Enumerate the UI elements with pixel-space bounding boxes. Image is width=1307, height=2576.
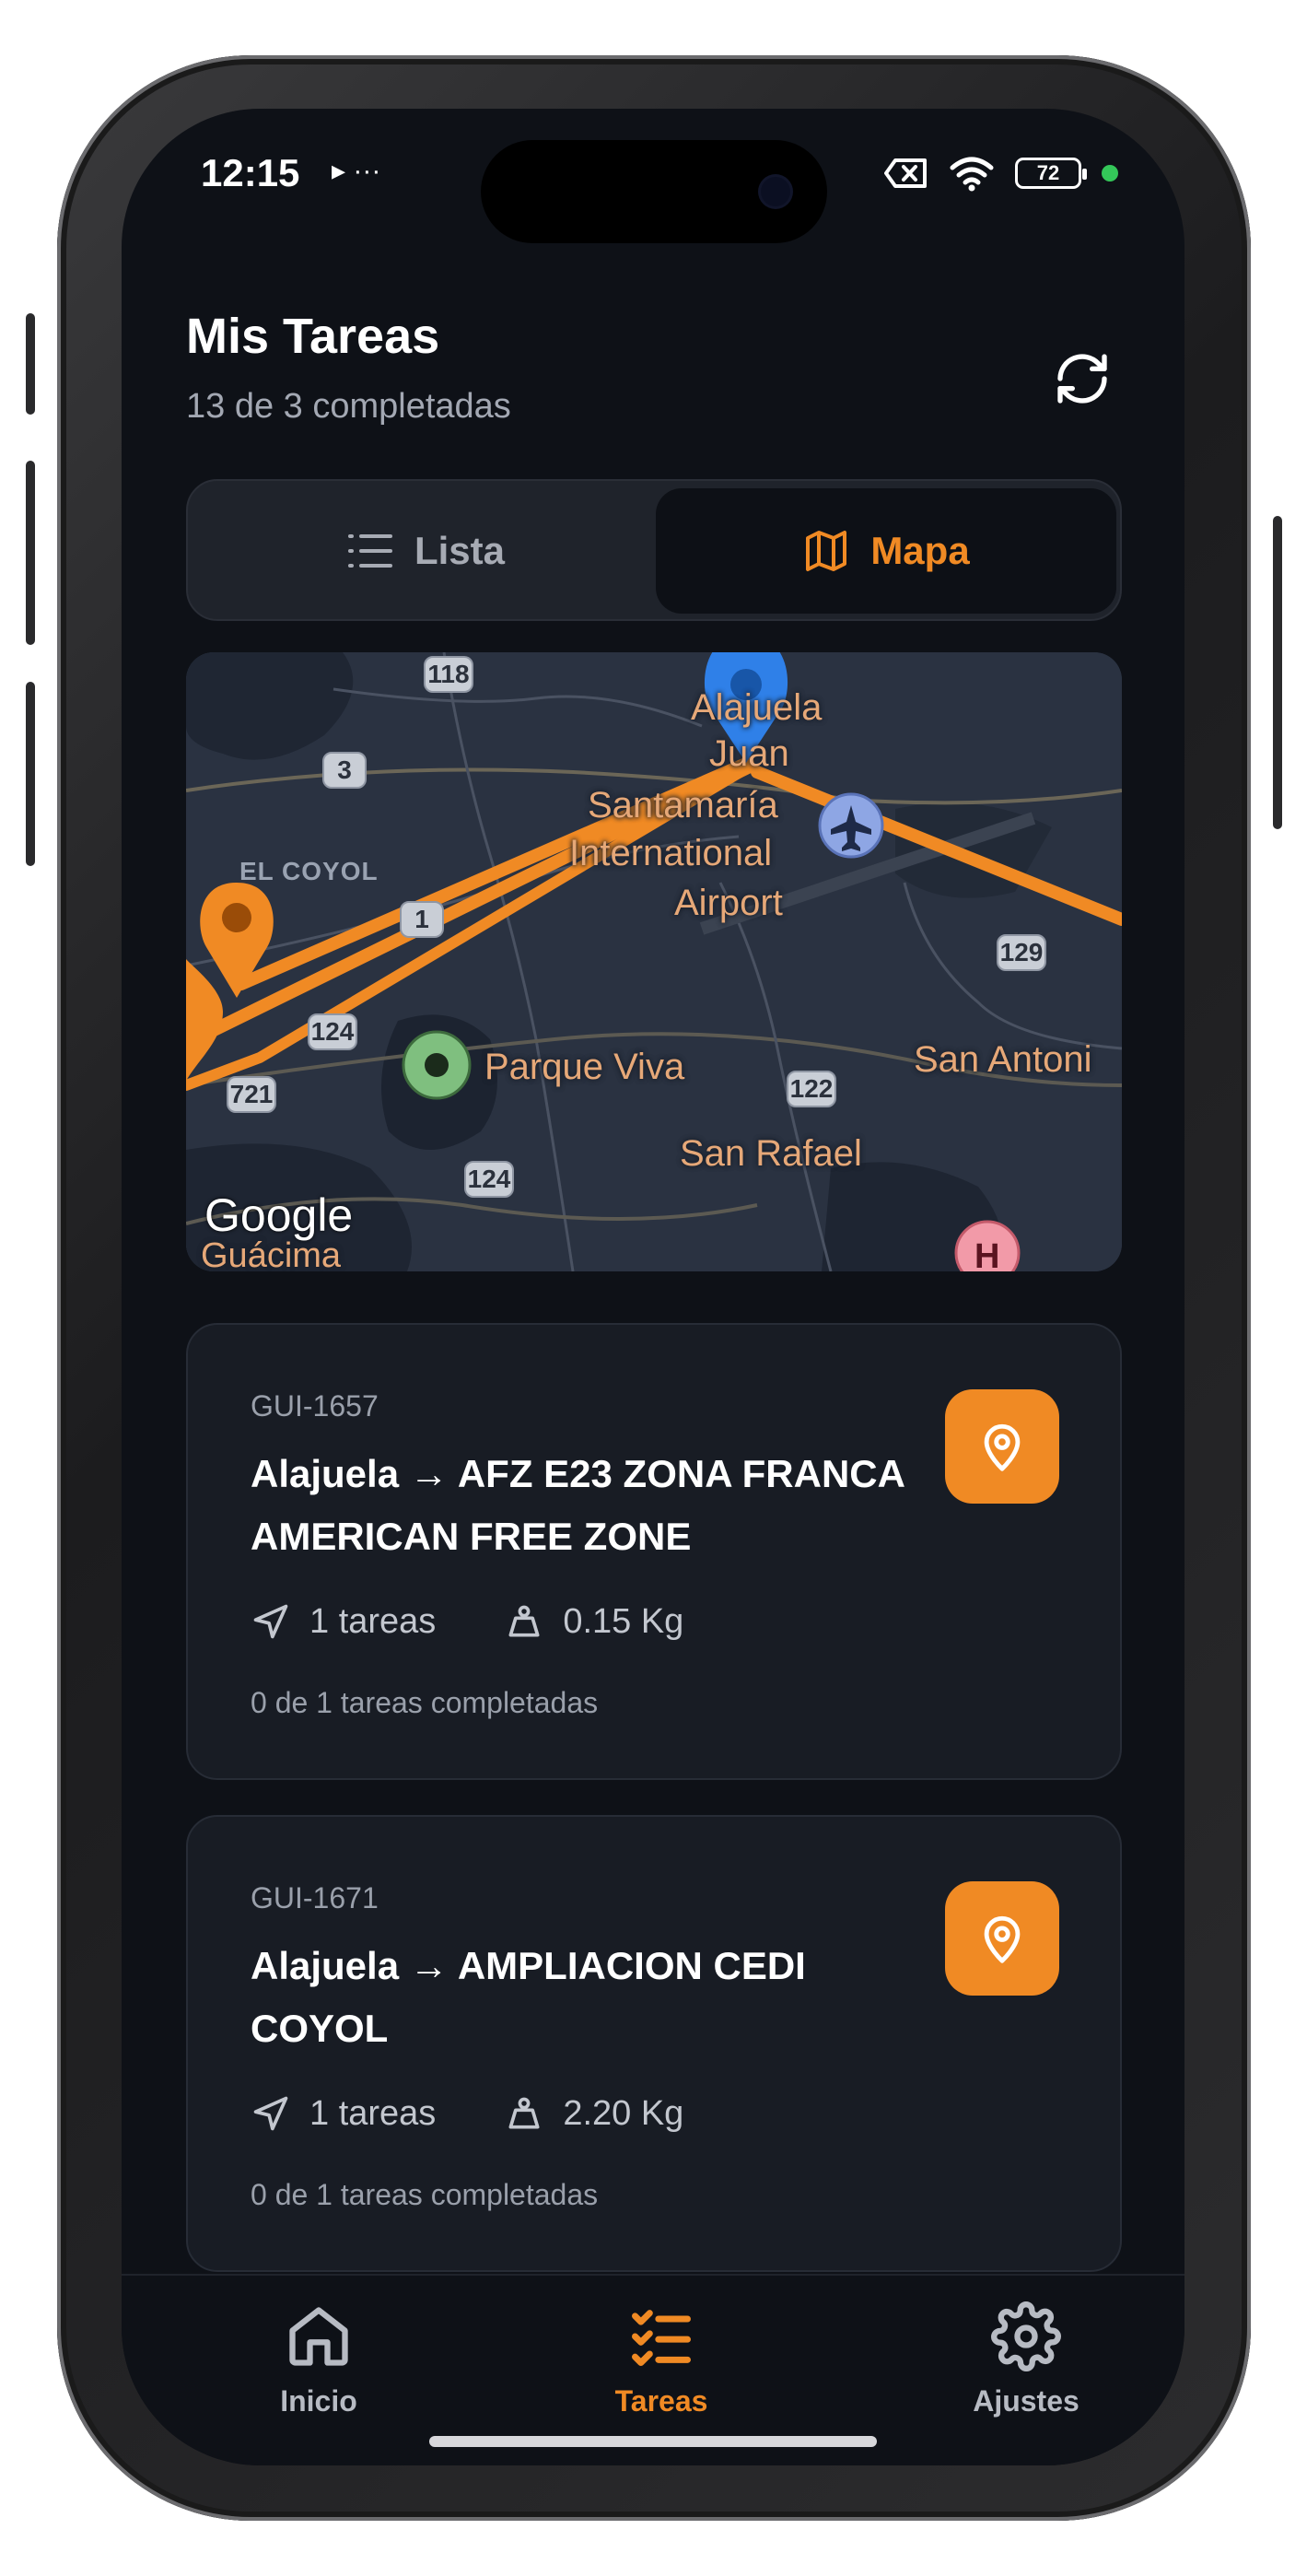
refresh-icon <box>1057 354 1107 404</box>
power-button <box>1273 516 1282 829</box>
status-time: 12:15 <box>201 151 300 194</box>
task-code: GUI-1671 <box>251 1881 379 1914</box>
locate-task-button[interactable] <box>945 1881 1059 1996</box>
status-left-icons: ▸ ··· <box>332 156 381 186</box>
locate-task-button[interactable] <box>945 1389 1059 1504</box>
task-weight: 2.20 Kg <box>563 2093 684 2133</box>
map-canvas: H <box>186 652 1122 1271</box>
task-weight: 0.15 Kg <box>563 1601 684 1641</box>
task-count: 1 tareas <box>309 1601 437 1641</box>
task-progress: 0 de 1 tareas completadas <box>251 2178 599 2211</box>
tab-mapa[interactable]: Mapa <box>656 488 1116 614</box>
task-count: 1 tareas <box>309 2093 437 2133</box>
refresh-button[interactable] <box>1041 337 1124 420</box>
nav-tareas-label: Tareas <box>614 2384 708 2418</box>
list-icon <box>347 534 392 568</box>
route-shield: 3 <box>322 752 367 789</box>
route-shield: 124 <box>464 1161 514 1198</box>
route-shield: 122 <box>787 1071 836 1107</box>
task-route: Alajuela → AMPLIACION CEDI COYOL <box>251 1944 806 2050</box>
map-icon <box>806 531 847 571</box>
tab-lista-label: Lista <box>414 529 506 572</box>
tab-lista[interactable]: Lista <box>195 488 656 614</box>
volume-down-button <box>26 682 35 866</box>
page-title: Mis Tareas <box>186 309 440 364</box>
task-card[interactable]: GUI-1657 Alajuela → AFZ E23 ZONA FRANCA … <box>186 1323 1122 1780</box>
task-code: GUI-1657 <box>251 1389 379 1423</box>
map-pin-icon <box>984 1423 1021 1471</box>
home-icon <box>289 2307 348 2366</box>
weight-icon <box>508 2097 540 2129</box>
dynamic-island <box>481 140 827 243</box>
tasks-icon <box>632 2310 691 2366</box>
route-shield: 1 <box>400 901 444 938</box>
home-indicator[interactable] <box>429 2436 877 2447</box>
battery-x-icon <box>884 158 927 188</box>
task-route: Alajuela → AFZ E23 ZONA FRANCA AMERICAN … <box>251 1452 904 1558</box>
map-label-alajuela: Alajuela <box>691 687 823 728</box>
tasks-map[interactable]: H 118 3 1 124 721 124 122 129 Alajuela J… <box>186 652 1122 1271</box>
task-meta: 1 tareas 2.20 Kg <box>251 2093 683 2134</box>
map-label-airport-2: International <box>569 833 773 873</box>
nav-ajustes[interactable]: Ajustes <box>916 2301 1137 2418</box>
task-card[interactable]: GUI-1671 Alajuela → AMPLIACION CEDI COYO… <box>186 1815 1122 2272</box>
nav-ajustes-label: Ajustes <box>973 2384 1079 2418</box>
map-pin-icon <box>984 1915 1021 1963</box>
app-screen: 12:15 ▸ ··· 72 Mis Tareas 13 de 3 comple… <box>122 109 1184 2465</box>
map-label-san-rafael: San Rafael <box>680 1133 862 1174</box>
parque-viva-pin[interactable] <box>402 1030 472 1100</box>
weight-icon <box>508 1605 540 1637</box>
wifi-icon <box>950 157 994 192</box>
map-label-airport-1: Santamaría <box>588 785 778 825</box>
completion-summary: 13 de 3 completadas <box>186 387 511 426</box>
tab-mapa-label: Mapa <box>870 529 970 572</box>
nav-inicio[interactable]: Inicio <box>208 2301 429 2418</box>
battery-icon: 72 <box>1015 158 1087 189</box>
navigation-icon <box>253 2096 288 2131</box>
map-label-juan: Juan <box>709 733 789 774</box>
camera-icon <box>761 177 790 206</box>
route-shield: 118 <box>424 656 473 693</box>
route-shield: 721 <box>227 1076 276 1113</box>
gear-icon <box>991 2301 1061 2371</box>
privacy-indicator-dot <box>1102 165 1118 181</box>
status-right-icons: 72 <box>884 155 1118 192</box>
task-progress: 0 de 1 tareas completadas <box>251 1686 599 1719</box>
navigation-icon <box>253 1604 288 1639</box>
view-toggle: Lista Mapa <box>186 479 1122 621</box>
airport-icon <box>818 792 884 859</box>
map-label-san-antonio: San Antoni <box>914 1039 1092 1080</box>
map-label-airport-3: Airport <box>674 883 783 923</box>
nav-tareas[interactable]: Tareas <box>551 2301 772 2418</box>
google-logo: Google <box>204 1189 354 1241</box>
nav-inicio-label: Inicio <box>280 2384 357 2418</box>
svg-text:H: H <box>974 1237 999 1271</box>
volume-up-button <box>26 461 35 645</box>
route-shield: 124 <box>308 1013 357 1050</box>
map-label-parque-viva: Parque Viva <box>484 1047 685 1087</box>
task-meta: 1 tareas 0.15 Kg <box>251 1601 683 1642</box>
route-shield: 129 <box>997 934 1046 971</box>
map-label-el-coyol: EL COYOL <box>239 857 379 885</box>
action-button <box>26 313 35 415</box>
